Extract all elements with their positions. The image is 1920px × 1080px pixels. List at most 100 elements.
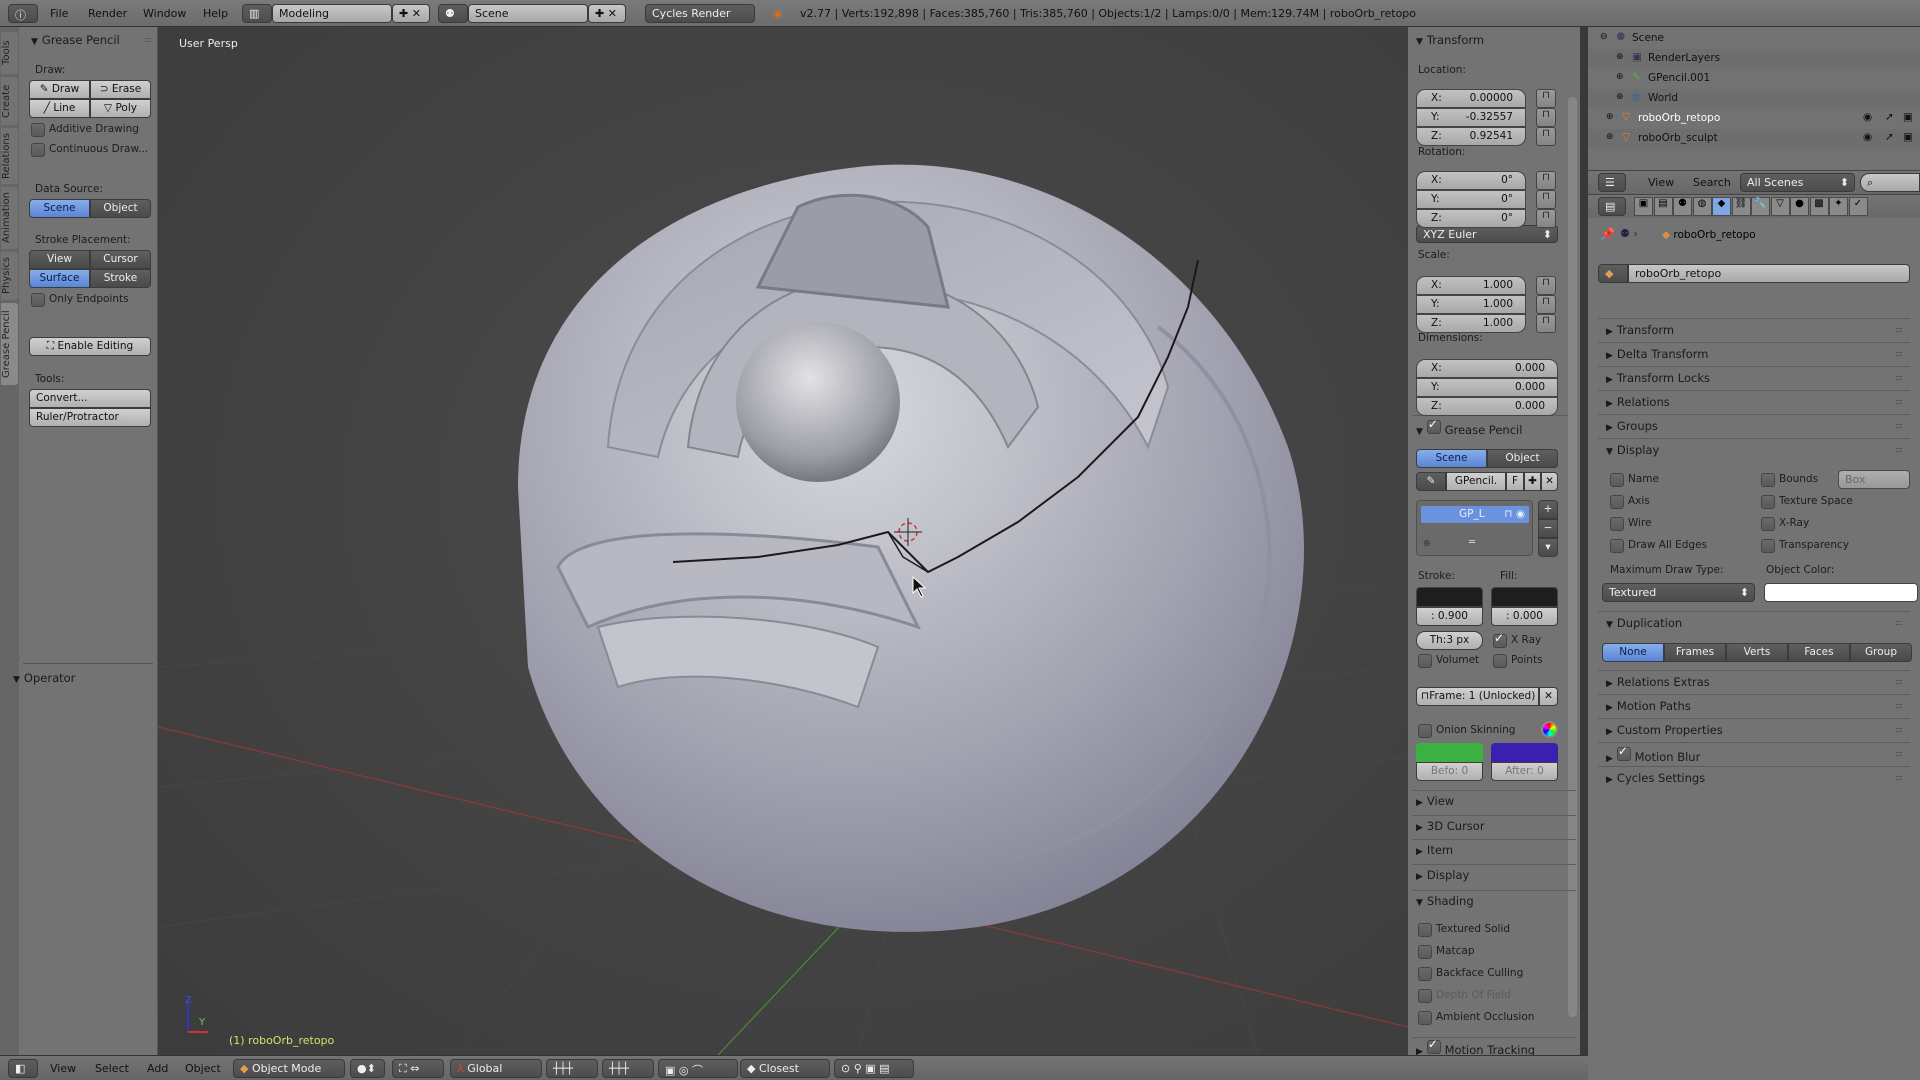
- depth-of-field-checkbox[interactable]: Depth Of Field: [1418, 989, 1511, 1003]
- drag-handle-icon[interactable]: ::::: [1895, 421, 1903, 430]
- layers-grid-2[interactable]: ┼┼┼: [602, 1059, 654, 1078]
- snap-target-select[interactable]: ◆ Closest: [740, 1059, 830, 1078]
- shading-select[interactable]: ●⬍: [350, 1059, 385, 1078]
- render-buttons[interactable]: ⊙ ⚲ ▣ ▤: [834, 1059, 914, 1078]
- additive-drawing-checkbox[interactable]: Additive Drawing: [31, 123, 139, 137]
- lock-icon[interactable]: ⊓: [1536, 295, 1556, 314]
- wire-checkbox[interactable]: Wire: [1610, 517, 1652, 531]
- drag-handle-icon[interactable]: ::::: [1895, 618, 1903, 627]
- outliner-menu-view[interactable]: View: [1648, 176, 1674, 189]
- visibility-eye-icon[interactable]: ◉: [1863, 111, 1872, 123]
- texture-space-checkbox[interactable]: Texture Space: [1761, 495, 1853, 509]
- expand-icon[interactable]: ⊕: [1606, 112, 1614, 122]
- scene-icon[interactable]: ⚉: [438, 4, 468, 23]
- outliner-filter-select[interactable]: All Scenes ⬍: [1740, 173, 1855, 192]
- panel-custom-properties[interactable]: ▶ Custom Properties: [1606, 723, 1723, 737]
- tab-grease-pencil[interactable]: Grease Pencil: [1, 303, 18, 385]
- onion-skinning-checkbox[interactable]: Onion Skinning: [1418, 724, 1515, 738]
- layout-field[interactable]: Modeling: [272, 4, 392, 23]
- lock-icon[interactable]: ⊓: [1536, 108, 1556, 127]
- duplication-none-button[interactable]: None: [1602, 643, 1664, 662]
- panel-relations-extras[interactable]: ▶ Relations Extras: [1606, 675, 1710, 689]
- outliner-search-input[interactable]: ⌕: [1860, 173, 1920, 192]
- tab-material-icon[interactable]: ●: [1790, 197, 1809, 216]
- layer-add-button[interactable]: +: [1538, 500, 1558, 519]
- tab-physics-icon[interactable]: ✓: [1848, 197, 1868, 216]
- menu-add[interactable]: Add: [147, 1062, 168, 1075]
- location-z-field[interactable]: Z: 0.92541: [1416, 127, 1526, 146]
- editor-type-button[interactable]: ⓘ: [8, 4, 38, 23]
- data-source-scene-button[interactable]: Scene: [29, 199, 90, 218]
- tab-render-layers-icon[interactable]: ▤: [1653, 197, 1673, 216]
- selectability-arrow-icon[interactable]: ➚: [1885, 131, 1894, 143]
- erase-button[interactable]: ⊃ Erase: [90, 80, 151, 99]
- menu-window[interactable]: Window: [143, 7, 186, 20]
- frames-before-field[interactable]: Befo: 0: [1416, 762, 1483, 781]
- grease-pencil-panel-header[interactable]: ▼ Grease Pencil: [1416, 417, 1522, 437]
- scale-x-field[interactable]: X: 1.000: [1416, 276, 1526, 295]
- outliner-item[interactable]: ⊖ ⚉ Scene: [1588, 29, 1920, 49]
- proportional-snap-buttons[interactable]: ▣ ◎ ⌒: [658, 1059, 738, 1078]
- gp-scene-button[interactable]: Scene: [1416, 449, 1487, 468]
- drag-handle-icon[interactable]: ::::: [1895, 373, 1903, 382]
- layers-grid-1[interactable]: ┼┼┼: [546, 1059, 598, 1078]
- editor-type-button[interactable]: ◧: [8, 1059, 38, 1078]
- orientation-select[interactable]: ⅄ Global: [450, 1059, 542, 1078]
- rotation-y-field[interactable]: Y: 0°: [1416, 190, 1526, 209]
- scrollbar[interactable]: [1568, 97, 1577, 1017]
- panel-header-3d-cursor[interactable]: ▶ 3D Cursor: [1416, 819, 1485, 833]
- lock-icon[interactable]: ⊓: [1536, 276, 1556, 295]
- gp-fake-user-button[interactable]: F: [1506, 472, 1524, 491]
- dimensions-z-field[interactable]: Z: 0.000: [1416, 397, 1558, 416]
- menu-help[interactable]: Help: [203, 7, 228, 20]
- drag-handle-icon[interactable]: ::::: [1895, 773, 1903, 782]
- draw-all-edges-checkbox[interactable]: Draw All Edges: [1610, 539, 1707, 553]
- lock-icon[interactable]: ⊓: [1536, 314, 1556, 333]
- stroke-opacity-field[interactable]: : 0.900: [1416, 607, 1483, 626]
- object-name-input[interactable]: roboOrb_retopo: [1628, 264, 1910, 283]
- tab-animation[interactable]: Animation: [1, 187, 18, 249]
- duplication-verts-button[interactable]: Verts: [1726, 643, 1788, 662]
- drag-handle-icon[interactable]: ::::: [1895, 725, 1903, 734]
- outliner-editor-type-icon[interactable]: ☰: [1598, 173, 1626, 192]
- data-source-object-button[interactable]: Object: [90, 199, 151, 218]
- panel-duplication[interactable]: ▼ Duplication: [1606, 616, 1682, 630]
- render-camera-icon[interactable]: ▣: [1903, 111, 1913, 123]
- render-camera-icon[interactable]: ▣: [1903, 131, 1913, 143]
- duplication-group-button[interactable]: Group: [1850, 643, 1912, 662]
- panel-header-item[interactable]: ▶ Item: [1416, 843, 1453, 857]
- stroke-color-swatch[interactable]: [1416, 587, 1483, 607]
- dimensions-y-field[interactable]: Y: 0.000: [1416, 378, 1558, 397]
- collapse-icon[interactable]: ⊖: [1600, 32, 1608, 42]
- xray-checkbox[interactable]: X Ray: [1493, 631, 1541, 648]
- bounds-checkbox[interactable]: Bounds: [1761, 473, 1818, 487]
- backface-culling-checkbox[interactable]: Backface Culling: [1418, 967, 1523, 981]
- fill-opacity-field[interactable]: : 0.000: [1491, 607, 1558, 626]
- menu-select[interactable]: Select: [95, 1062, 129, 1075]
- tab-physics[interactable]: Physics: [1, 252, 18, 300]
- x-ray-checkbox[interactable]: X-Ray: [1761, 517, 1809, 531]
- duplication-frames-button[interactable]: Frames: [1664, 643, 1726, 662]
- layer-menu-button[interactable]: ▾: [1538, 538, 1558, 557]
- operator-panel-header[interactable]: ▼ Operator: [13, 671, 75, 685]
- outliner-item[interactable]: ⊕ ▣ RenderLayers: [1588, 49, 1920, 69]
- selectability-arrow-icon[interactable]: ➚: [1885, 111, 1894, 123]
- menu-view[interactable]: View: [50, 1062, 76, 1075]
- 3d-viewport[interactable]: User Persp Z Y (1) roboOrb_retopo: [158, 27, 1408, 1055]
- scale-z-field[interactable]: Z: 1.000: [1416, 314, 1526, 333]
- tab-world-icon[interactable]: ◍: [1692, 197, 1712, 216]
- outliner-item[interactable]: ⊕ ▽ roboOrb_retopo ◉ ➚ ▣: [1588, 109, 1920, 129]
- poly-button[interactable]: ▽ Poly: [90, 99, 151, 118]
- drag-handle-icon[interactable]: ::::: [1895, 445, 1903, 454]
- continuous-drawing-checkbox[interactable]: Continuous Draw...: [31, 143, 148, 157]
- ruler-protractor-button[interactable]: Ruler/Protractor: [29, 408, 151, 427]
- scene-add-remove-button[interactable]: ✚ ✕: [588, 4, 626, 23]
- panel-motion-blur[interactable]: ▶ Motion Blur: [1606, 744, 1700, 764]
- before-color-swatch[interactable]: [1416, 743, 1483, 762]
- gp-datablock-name[interactable]: GPencil.: [1446, 472, 1506, 491]
- expand-icon[interactable]: ⊕: [1616, 52, 1624, 62]
- panel-motion-paths[interactable]: ▶ Motion Paths: [1606, 699, 1691, 713]
- gp-add-button[interactable]: ✚: [1524, 472, 1541, 491]
- tab-data-icon[interactable]: ▽: [1770, 197, 1790, 216]
- placement-surface-button[interactable]: Surface: [29, 269, 90, 288]
